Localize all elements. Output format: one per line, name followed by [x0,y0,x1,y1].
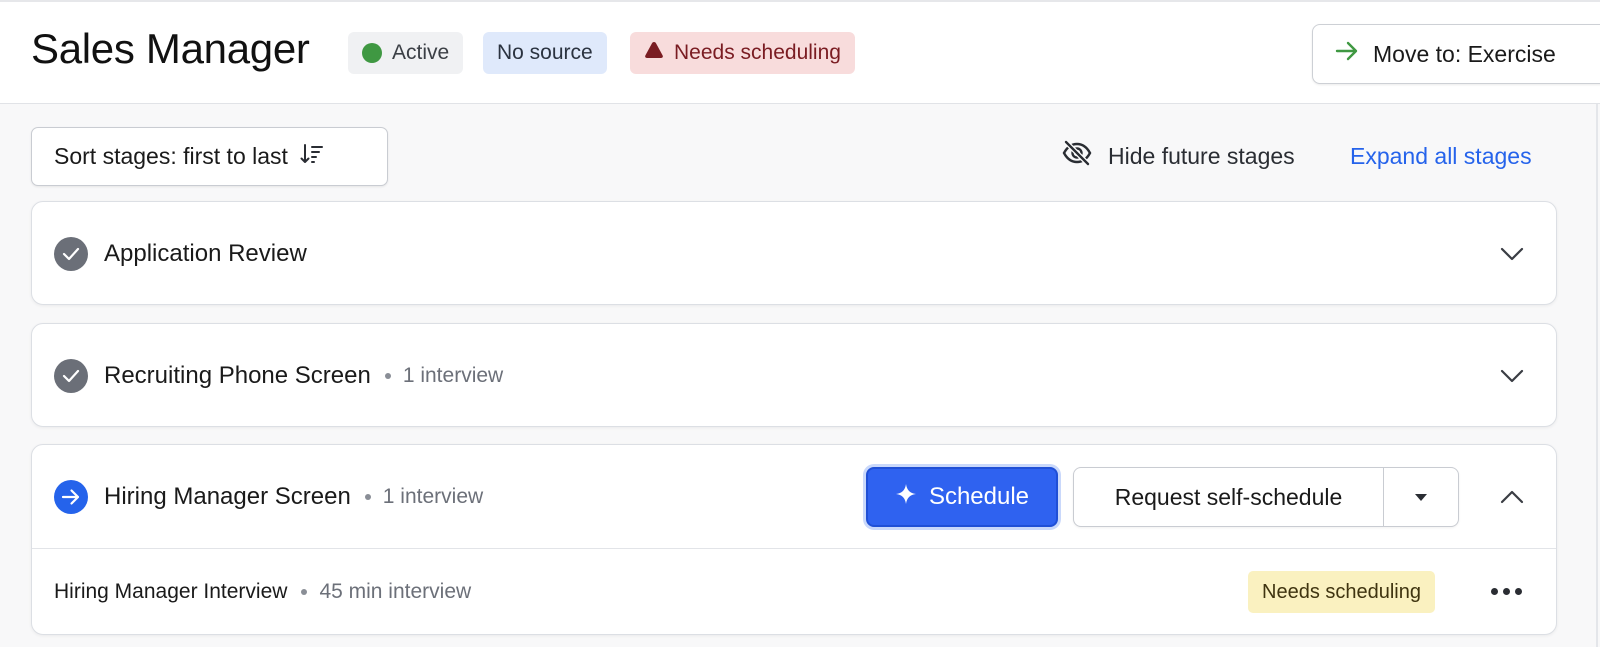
move-to-label: Move to: Exercise [1373,40,1556,67]
chevron-down-icon[interactable] [1498,362,1526,390]
request-self-schedule-split-button: Request self-schedule [1073,467,1459,527]
stage-name-label: Recruiting Phone Screen [104,362,371,389]
warning-triangle-icon [644,32,664,74]
interview-count: 1 interview [402,364,504,387]
sort-descending-icon [300,142,324,172]
interview-count: 1 interview [382,485,484,508]
schedule-button[interactable]: Schedule [866,467,1058,527]
page-header: Sales Manager Active No source Needs sch… [0,2,1600,104]
more-options-icon[interactable] [1486,573,1526,609]
needs-scheduling-label: Needs scheduling [674,41,841,64]
interview-duration: 45 min interview [319,580,472,603]
check-circle-icon [54,359,88,393]
status-badge-active: Active [348,32,464,74]
stage-header[interactable]: Hiring Manager Screen 1 interview Schedu… [32,445,1556,547]
expand-all-stages-link[interactable]: Expand all stages [1350,138,1532,174]
stage-header[interactable]: Application Review [32,202,1556,304]
hide-future-stages-toggle[interactable]: Hide future stages [1062,138,1295,174]
active-dot-icon [362,43,382,63]
check-circle-icon [54,237,88,271]
chevron-up-icon[interactable] [1498,483,1526,511]
separator-dot [301,589,308,595]
panel-divider [1596,104,1598,647]
sort-stages-button[interactable]: Sort stages: first to last [31,127,388,186]
caret-down-icon[interactable] [1384,468,1458,526]
stage-title: Recruiting Phone Screen 1 interview [104,358,503,394]
source-badge-label: No source [497,41,593,64]
stage-title: Application Review [104,236,307,272]
stage-card-hiring-manager-screen: Hiring Manager Screen 1 interview Schedu… [31,444,1557,635]
stage-name-label: Application Review [104,240,307,267]
hide-future-label: Hide future stages [1108,142,1295,169]
arrow-right-icon [1335,40,1359,68]
interview-title: Hiring Manager Interview 45 min intervie… [54,574,471,610]
stage-card-recruiting-phone-screen: Recruiting Phone Screen 1 interview [31,323,1557,427]
interview-status-badge: Needs scheduling [1248,571,1435,613]
separator-dot [384,373,391,379]
eye-off-icon [1062,140,1092,172]
interview-row[interactable]: Hiring Manager Interview 45 min intervie… [32,549,1556,635]
status-badge-label: Active [392,41,450,64]
schedule-label: Schedule [928,483,1030,510]
arrow-right-circle-icon [54,480,88,514]
needs-scheduling-badge: Needs scheduling [630,32,855,74]
sparkle-icon [895,483,917,512]
request-self-schedule-button[interactable]: Request self-schedule [1074,468,1384,526]
stage-header[interactable]: Recruiting Phone Screen 1 interview [32,324,1556,426]
separator-dot [364,494,371,500]
stage-name-label: Hiring Manager Screen [104,483,351,510]
sort-label: Sort stages: first to last [54,143,288,169]
page-title: Sales Manager [31,25,310,72]
chevron-down-icon[interactable] [1498,240,1526,268]
source-badge: No source [483,32,607,74]
stage-card-application-review: Application Review [31,201,1557,305]
interview-name-label: Hiring Manager Interview [54,580,288,603]
move-to-stage-button[interactable]: Move to: Exercise [1312,24,1600,84]
stage-title: Hiring Manager Screen 1 interview [104,479,483,515]
